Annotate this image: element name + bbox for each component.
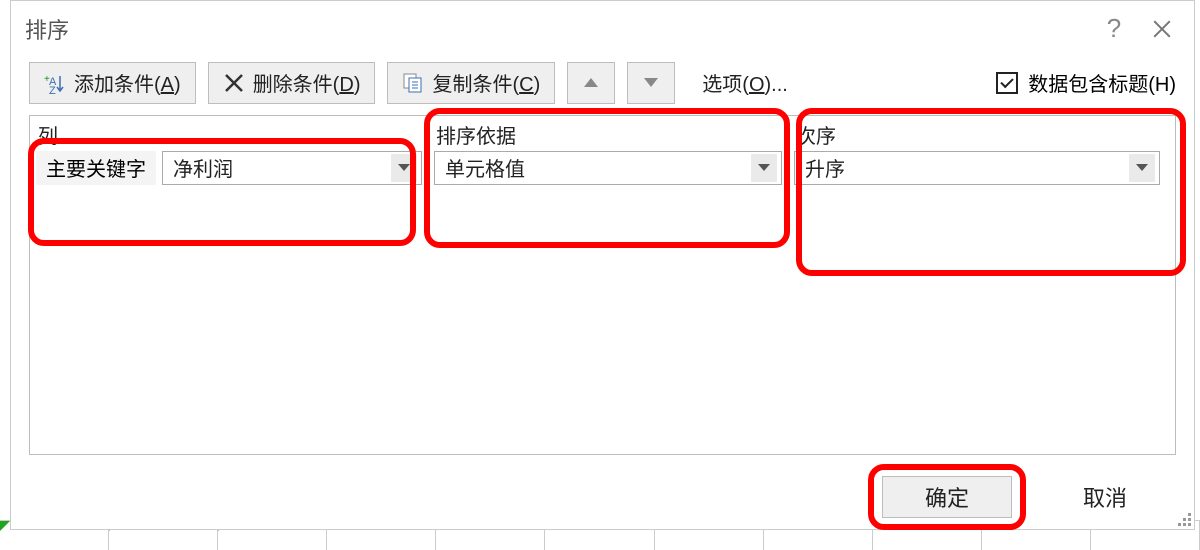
- sort-dialog: 排序 ? +AZ 添加条件(A) 删除条件(D) 复制条件(C): [10, 0, 1195, 530]
- primary-key-label: 主要关键字: [36, 151, 156, 185]
- sort-levels-grid: 列 排序依据 次序 主要关键字 净利润 单元格值 升序: [29, 115, 1176, 456]
- chevron-down-icon: [751, 154, 777, 182]
- add-sort-icon: +AZ: [44, 72, 66, 94]
- help-icon: ?: [1107, 13, 1121, 44]
- header-order: 次序: [788, 116, 1166, 148]
- close-button[interactable]: [1138, 5, 1186, 53]
- ok-button[interactable]: 确定: [882, 476, 1012, 518]
- help-button[interactable]: ?: [1090, 5, 1138, 53]
- arrow-down-icon: [644, 78, 658, 87]
- header-sort-on: 排序依据: [428, 116, 788, 148]
- chevron-down-icon: [1129, 154, 1155, 182]
- copy-level-button[interactable]: 复制条件(C): [387, 62, 555, 104]
- copy-icon: [402, 72, 424, 94]
- header-column: 列: [30, 116, 428, 148]
- checkbox-box: [996, 72, 1018, 94]
- titlebar: 排序 ?: [11, 1, 1194, 57]
- sort-on-select-value: 单元格值: [445, 153, 525, 182]
- arrow-up-icon: [584, 78, 598, 87]
- has-header-checkbox[interactable]: 数据包含标题(H): [996, 68, 1176, 97]
- svg-text:Z: Z: [49, 85, 56, 94]
- move-up-button[interactable]: [567, 62, 615, 104]
- checkmark-icon: [1000, 74, 1013, 87]
- has-header-label: 数据包含标题(H): [1028, 68, 1176, 97]
- column-select-value: 净利润: [173, 153, 233, 182]
- add-level-button[interactable]: +AZ 添加条件(A): [29, 62, 196, 104]
- grid-header-row: 列 排序依据 次序: [30, 116, 1175, 148]
- delete-level-button[interactable]: 删除条件(D): [208, 62, 376, 104]
- order-select-value: 升序: [805, 153, 845, 182]
- chevron-down-icon: [391, 154, 417, 182]
- dialog-footer: 确定 取消: [11, 465, 1194, 529]
- order-select[interactable]: 升序: [794, 151, 1160, 185]
- close-icon: [1153, 20, 1171, 38]
- cancel-button[interactable]: 取消: [1040, 476, 1170, 518]
- delete-icon: [223, 72, 245, 94]
- resize-grip[interactable]: [1176, 511, 1192, 527]
- sort-on-select[interactable]: 单元格值: [434, 151, 782, 185]
- options-button[interactable]: 选项(O)...: [687, 62, 803, 104]
- dialog-title: 排序: [25, 13, 1090, 45]
- move-down-button[interactable]: [627, 62, 675, 104]
- toolbar: +AZ 添加条件(A) 删除条件(D) 复制条件(C) 选项(O)...: [11, 57, 1194, 109]
- column-select[interactable]: 净利润: [162, 151, 422, 185]
- sort-level-row: 主要关键字 净利润 单元格值 升序: [30, 148, 1175, 188]
